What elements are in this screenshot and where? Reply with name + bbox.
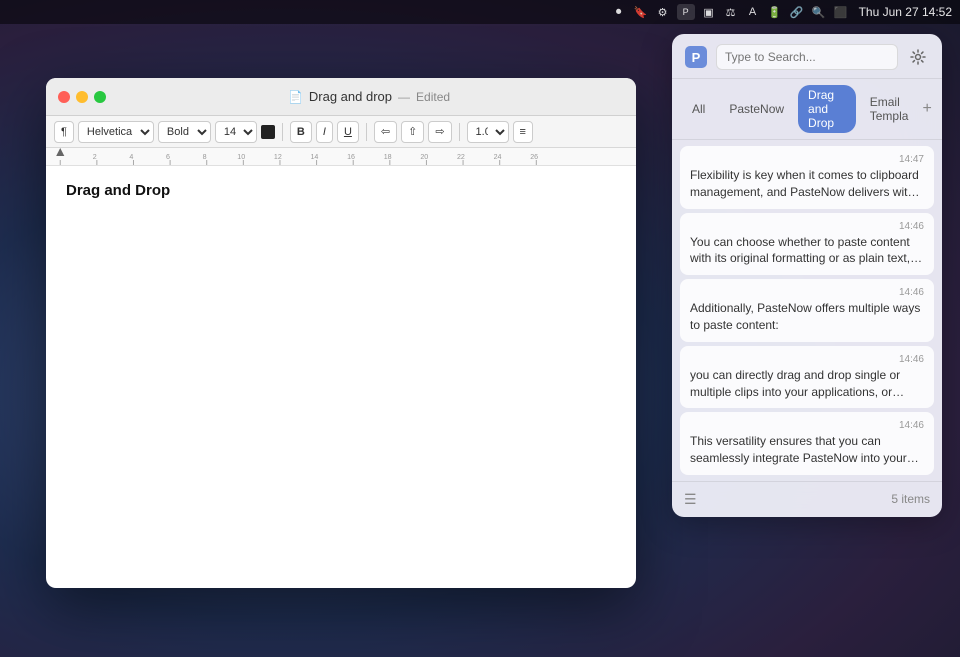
italic-btn[interactable]: I	[316, 121, 333, 143]
paste-header: P	[672, 34, 942, 79]
svg-text:10: 10	[237, 154, 245, 161]
tab-drag-drop[interactable]: Drag and Drop	[798, 85, 856, 133]
svg-text:26: 26	[530, 154, 538, 161]
svg-text:P: P	[692, 50, 701, 65]
tab-all[interactable]: All	[682, 99, 715, 119]
minimize-button[interactable]	[76, 91, 88, 103]
paste-panel: P All PasteNow Drag and Drop Email Templ…	[672, 34, 942, 517]
font-family-select[interactable]: Helvetica	[78, 121, 154, 143]
clip-text: This versatility ensures that you can se…	[690, 433, 924, 467]
editor-title-area: 📄 Drag and drop — Edited	[114, 89, 624, 104]
settings-button[interactable]	[906, 45, 930, 69]
svg-text:18: 18	[384, 154, 392, 161]
document-icon: 📄	[288, 90, 303, 104]
search-input[interactable]	[716, 44, 898, 70]
title-separator: —	[398, 90, 410, 104]
editor-window: 📄 Drag and drop — Edited ¶ Helvetica Bol…	[46, 78, 636, 588]
paste-logo-svg: P	[685, 46, 707, 68]
list-item[interactable]: 14:47 Flexibility is key when it comes t…	[680, 146, 934, 209]
svg-text:22: 22	[457, 154, 465, 161]
settings-icon	[910, 49, 926, 65]
media-icon[interactable]: ▣	[701, 4, 717, 20]
clip-time: 14:46	[690, 354, 924, 365]
line-spacing-select[interactable]: 1.0	[467, 121, 509, 143]
divider-1	[282, 123, 283, 141]
battery-icon[interactable]: 🔋	[767, 4, 783, 20]
editor-titlebar: 📄 Drag and drop — Edited	[46, 78, 636, 116]
clip-time: 14:46	[690, 287, 924, 298]
clip-time: 14:47	[690, 154, 924, 165]
paste-logo: P	[684, 45, 708, 69]
align-left-btn[interactable]: ⇦	[374, 121, 397, 143]
underline-btn[interactable]: U	[337, 121, 359, 143]
ruler-svg: 2 4 6 8 10 12 14 16 18 20 22	[46, 148, 636, 166]
font-size-select[interactable]: 14	[215, 121, 257, 143]
edited-badge: Edited	[416, 90, 450, 104]
add-tab-button[interactable]: +	[922, 99, 932, 119]
paste-tabs: All PasteNow Drag and Drop Email Templa …	[672, 79, 942, 140]
svg-text:8: 8	[203, 154, 207, 161]
svg-text:4: 4	[129, 154, 133, 161]
editor-title: Drag and drop	[309, 89, 392, 104]
clip-text: you can directly drag and drop single or…	[690, 367, 924, 401]
svg-text:2: 2	[93, 154, 97, 161]
list-item[interactable]: 14:46 You can choose whether to paste co…	[680, 213, 934, 276]
list-view-icon[interactable]: ☰	[684, 491, 697, 508]
list-item[interactable]: 14:46 Additionally, PasteNow offers mult…	[680, 279, 934, 342]
editor-heading: Drag and Drop	[66, 182, 616, 199]
list-item[interactable]: 14:46 you can directly drag and drop sin…	[680, 346, 934, 409]
maximize-button[interactable]	[94, 91, 106, 103]
items-count: 5 items	[891, 492, 930, 506]
svg-text:24: 24	[494, 154, 502, 161]
svg-text:6: 6	[166, 154, 170, 161]
editor-ruler: 2 4 6 8 10 12 14 16 18 20 22	[46, 148, 636, 166]
menu-bar: ⏺ 🔖 ⚙ P ▣ ⚖ A 🔋 🔗 🔍 ⬛ Thu Jun 27 14:52	[0, 0, 960, 24]
align-center-btn[interactable]: ⇧	[401, 121, 424, 143]
search-icon[interactable]: 🔍	[811, 4, 827, 20]
font-weight-select[interactable]: Bold	[158, 121, 211, 143]
divider-2	[366, 123, 367, 141]
divider-3	[459, 123, 460, 141]
system-time: Thu Jun 27 14:52	[859, 5, 952, 19]
link-icon[interactable]: 🔗	[789, 4, 805, 20]
svg-text:16: 16	[347, 154, 355, 161]
close-button[interactable]	[58, 91, 70, 103]
clip-time: 14:46	[690, 420, 924, 431]
svg-text:12: 12	[274, 154, 282, 161]
clip-text: Additionally, PasteNow offers multiple w…	[690, 300, 924, 334]
clip-text: You can choose whether to paste content …	[690, 234, 924, 268]
editor-toolbar: ¶ Helvetica Bold 14 B I U ⇦ ⇧ ⇨ 1.0 ≡	[46, 116, 636, 148]
paste-clip-list: 14:47 Flexibility is key when it comes t…	[672, 140, 942, 481]
align-right-btn[interactable]: ⇨	[428, 121, 451, 143]
text-icon[interactable]: A	[745, 4, 761, 20]
bookmark-icon[interactable]: 🔖	[633, 4, 649, 20]
paste-footer: ☰ 5 items	[672, 481, 942, 517]
gear-icon[interactable]: ⚙	[655, 4, 671, 20]
equalizer-icon[interactable]: ⚖	[723, 4, 739, 20]
svg-text:20: 20	[420, 154, 428, 161]
bold-btn[interactable]: B	[290, 121, 312, 143]
tab-email[interactable]: Email Templa	[860, 92, 919, 126]
clip-time: 14:46	[690, 221, 924, 232]
list-btn[interactable]: ≡	[513, 121, 533, 143]
airplay-icon[interactable]: ⬛	[833, 4, 849, 20]
record-icon[interactable]: ⏺	[611, 4, 627, 20]
svg-text:14: 14	[310, 154, 318, 161]
list-item[interactable]: 14:46 This versatility ensures that you …	[680, 412, 934, 475]
editor-content[interactable]: Drag and Drop	[46, 166, 636, 588]
paragraph-btn[interactable]: ¶	[54, 121, 74, 143]
paste-app-icon[interactable]: P	[677, 4, 695, 20]
tab-pastenow[interactable]: PasteNow	[719, 99, 794, 119]
clip-text: Flexibility is key when it comes to clip…	[690, 167, 924, 201]
traffic-lights	[58, 91, 106, 103]
color-swatch[interactable]	[261, 125, 275, 139]
